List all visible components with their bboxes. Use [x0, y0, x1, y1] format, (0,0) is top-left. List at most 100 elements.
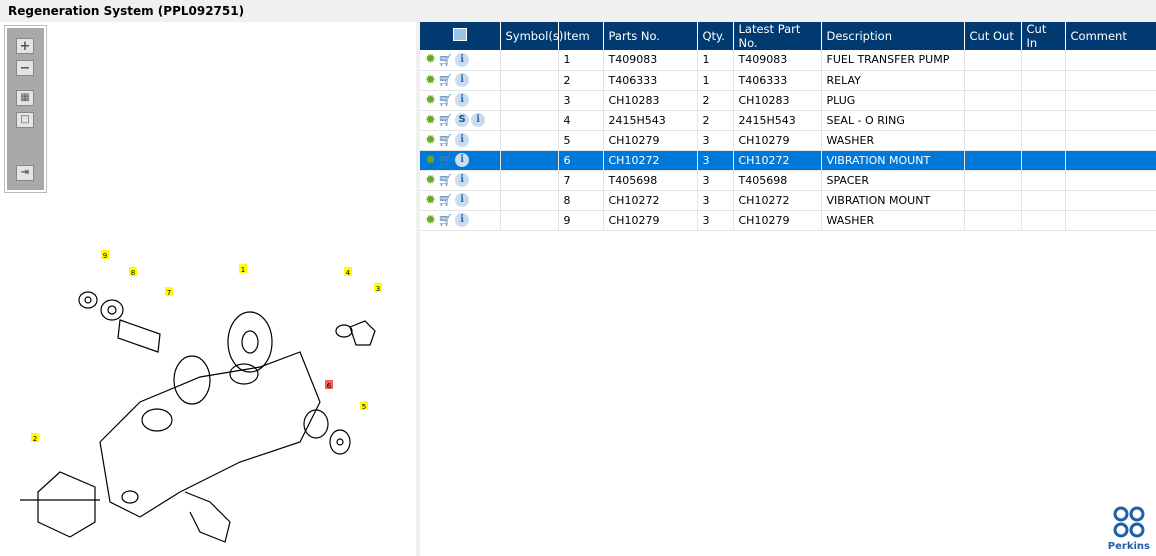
comment-cell [1065, 210, 1156, 231]
gear-icon[interactable]: ✹ [425, 133, 436, 148]
info-icon[interactable]: i [455, 133, 470, 147]
symbols-cell [500, 190, 559, 211]
cart-icon[interactable]: 🛒︎ [438, 73, 453, 87]
cart-icon[interactable]: 🛒︎ [438, 133, 453, 147]
comment-cell [1065, 50, 1156, 71]
gear-icon[interactable]: ✹ [425, 173, 436, 188]
part-number-cell: T405698 [603, 170, 698, 191]
callout-label[interactable]: 4 [346, 269, 351, 277]
column-header[interactable]: Qty. [697, 22, 734, 50]
column-header-icons[interactable] [420, 22, 501, 50]
cut-in-cell [1021, 130, 1066, 151]
callout-label[interactable]: 2 [33, 435, 37, 443]
latest-part-cell: CH10272 [733, 190, 822, 211]
callout-label[interactable]: 7 [167, 289, 171, 297]
gear-icon[interactable]: ✹ [425, 52, 436, 67]
column-header[interactable]: Item [558, 22, 604, 50]
perkins-logo: Perkins [1108, 506, 1150, 552]
info-icon[interactable]: i [455, 173, 470, 187]
cart-icon[interactable]: 🛒︎ [438, 93, 453, 107]
callout-label[interactable]: 1 [241, 266, 245, 274]
cut-in-cell [1021, 170, 1066, 191]
gear-icon[interactable]: ✹ [425, 193, 436, 208]
column-header[interactable]: Description [821, 22, 965, 50]
callout-label[interactable]: 5 [362, 403, 366, 411]
column-header[interactable]: Cut In [1021, 22, 1066, 50]
table-row[interactable]: ✹ 🛒︎ i 2 T406333 1 T406333 RELAY [420, 70, 1156, 91]
table-row[interactable]: ✹ 🛒︎ i 3 CH10283 2 CH10283 PLUG [420, 90, 1156, 111]
item-cell: 1 [558, 50, 604, 71]
cart-icon[interactable]: 🛒︎ [438, 213, 453, 227]
cut-out-cell [964, 170, 1022, 191]
symbols-cell [500, 110, 559, 131]
cut-in-cell [1021, 50, 1066, 71]
cut-in-cell [1021, 190, 1066, 211]
info-icon[interactable]: i [455, 153, 470, 167]
info-icon[interactable]: i [471, 113, 486, 127]
column-header[interactable]: Latest Part No. [733, 22, 822, 50]
latest-part-cell: CH10272 [733, 150, 822, 171]
cut-out-cell [964, 110, 1022, 131]
page-title: Regeneration System (PPL092751) [8, 4, 245, 18]
info-icon[interactable]: i [455, 73, 470, 87]
column-header[interactable]: Symbol(s) [500, 22, 563, 50]
parts-table-panel: Symbol(s) Item Parts No. Qty. Latest Part No… [420, 22, 1156, 556]
description-cell: RELAY [821, 70, 965, 91]
cart-icon[interactable]: 🛒︎ [438, 113, 453, 127]
info-icon[interactable]: i [455, 213, 470, 227]
item-cell: 8 [558, 190, 604, 211]
latest-part-cell: T405698 [733, 170, 822, 191]
latest-part-cell: CH10279 [733, 130, 822, 151]
latest-part-cell: T409083 [733, 50, 822, 71]
column-header[interactable]: Parts No. [603, 22, 698, 50]
table-row[interactable]: ✹ 🛒︎ i 8 CH10272 3 CH10272 VIBRATION MOUNT [420, 190, 1156, 211]
gear-icon[interactable]: ✹ [425, 113, 436, 128]
symbol-s-icon[interactable]: S [455, 113, 470, 127]
latest-part-cell: T406333 [733, 70, 822, 91]
table-row[interactable]: ✹ 🛒︎ i 5 CH10279 3 CH10279 WASHER [420, 130, 1156, 151]
cut-out-cell [964, 70, 1022, 91]
gear-icon[interactable]: ✹ [425, 93, 436, 108]
symbols-cell [500, 210, 559, 231]
gear-icon[interactable]: ✹ [425, 153, 436, 168]
info-icon[interactable]: i [455, 52, 470, 67]
info-icon[interactable]: i [455, 93, 470, 107]
cart-icon[interactable]: 🛒︎ [438, 153, 453, 167]
part-number-cell: CH10283 [603, 90, 698, 111]
comment-cell [1065, 70, 1156, 91]
cart-icon[interactable]: 🛒︎ [438, 193, 453, 207]
callout-label[interactable]: 8 [131, 269, 135, 277]
description-cell: PLUG [821, 90, 965, 111]
column-header[interactable]: Comment [1065, 22, 1156, 50]
row-actions: ✹ 🛒︎ i [420, 130, 501, 151]
callout-label[interactable]: 3 [376, 285, 380, 293]
row-actions: ✹ 🛒︎ i [420, 170, 501, 191]
table-row[interactable]: ✹ 🛒︎ Si 4 2415H543 2 2415H543 SEAL - O RING [420, 110, 1156, 131]
table-row[interactable]: ✹ 🛒︎ i 9 CH10279 3 CH10279 WASHER [420, 210, 1156, 231]
symbols-cell [500, 150, 559, 171]
cut-in-cell [1021, 90, 1066, 111]
comment-cell [1065, 90, 1156, 111]
table-row[interactable]: ✹ 🛒︎ i 1 T409083 1 T409083 FUEL TRANSFER PUMP [420, 50, 1156, 71]
cut-in-cell [1021, 70, 1066, 91]
gear-icon[interactable]: ✹ [425, 213, 436, 228]
comment-cell [1065, 130, 1156, 151]
table-row[interactable]: ✹ 🛒︎ i 6 CH10272 3 CH10272 VIBRATION MOUNT [420, 150, 1156, 171]
symbols-cell [500, 170, 559, 191]
column-header[interactable]: Cut Out [964, 22, 1022, 50]
exploded-parts-diagram[interactable]: 9 8 7 1 4 3 6 5 2 [0, 22, 416, 556]
cut-out-cell [964, 150, 1022, 171]
search-icon[interactable] [452, 28, 467, 41]
cart-icon[interactable]: 🛒︎ [438, 173, 453, 187]
item-cell: 3 [558, 90, 604, 111]
table-row[interactable]: ✹ 🛒︎ i 7 T405698 3 T405698 SPACER [420, 170, 1156, 191]
gear-icon[interactable]: ✹ [425, 73, 436, 88]
callout-label[interactable]: 6 [327, 382, 332, 390]
cut-in-cell [1021, 110, 1066, 131]
cart-icon[interactable]: 🛒︎ [438, 53, 453, 67]
part-number-cell: CH10279 [603, 210, 698, 231]
item-cell: 6 [558, 150, 604, 171]
cut-in-cell [1021, 210, 1066, 231]
callout-label[interactable]: 9 [103, 252, 107, 260]
info-icon[interactable]: i [455, 193, 470, 207]
